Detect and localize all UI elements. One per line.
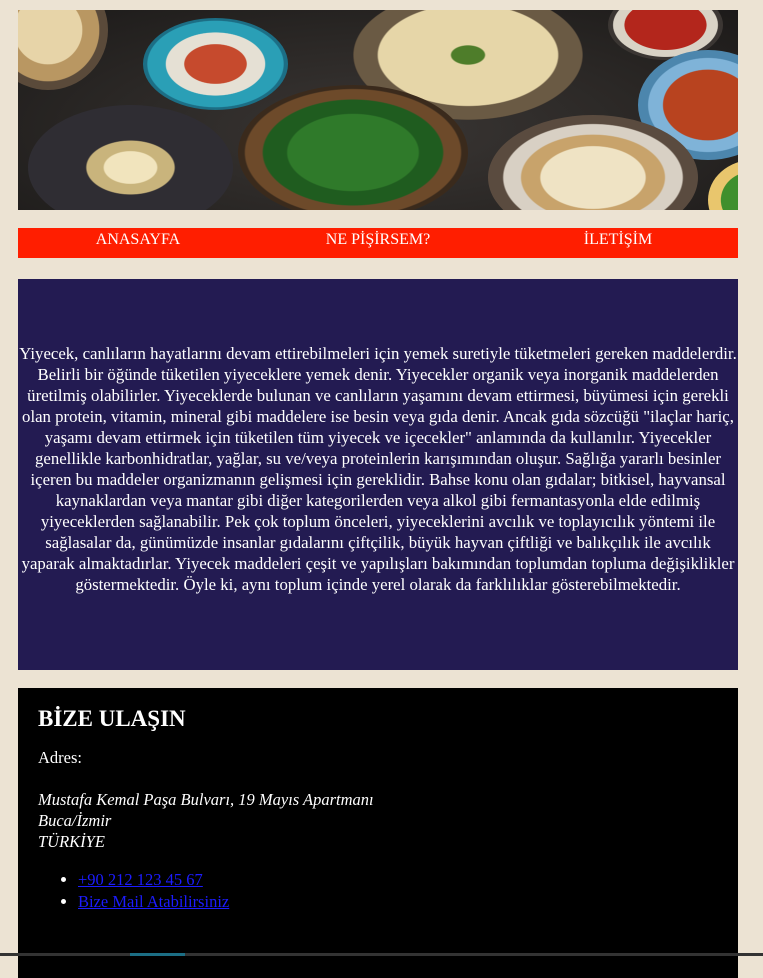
list-item: +90 212 123 45 67: [78, 869, 718, 891]
nav-item-contact[interactable]: İLETİŞİM: [498, 228, 738, 249]
phone-link[interactable]: +90 212 123 45 67: [78, 870, 203, 889]
address-line-street: Mustafa Kemal Paşa Bulvarı, 19 Mayıs Apa…: [38, 790, 374, 809]
mail-link[interactable]: Bize Mail Atabilirsiniz: [78, 892, 229, 911]
garlic-plate: [28, 105, 233, 210]
contact-title: BİZE ULAŞIN: [38, 706, 186, 731]
blue-bowl: [143, 18, 288, 110]
info-panel: Yiyecek, canlıların hayatlarını devam et…: [18, 279, 738, 670]
contact-links: +90 212 123 45 67 Bize Mail Atabilirsini…: [38, 869, 718, 913]
nav-item-home[interactable]: ANASAYFA: [18, 228, 258, 249]
address-line-city: Buca/İzmir: [38, 811, 112, 830]
greens-platter: [238, 85, 468, 210]
hero-food-image: [18, 10, 738, 210]
address-label: Adres:: [38, 748, 82, 767]
nav-item-what-to-cook[interactable]: NE PİŞİRSEM?: [258, 228, 498, 249]
contact-panel: BİZE ULAŞIN Adres: Mustafa Kemal Paşa Bu…: [18, 688, 738, 978]
info-text: Yiyecek, canlıların hayatlarını devam et…: [19, 343, 737, 594]
main-nav: ANASAYFA NE PİŞİRSEM? İLETİŞİM: [18, 228, 738, 258]
list-item: Bize Mail Atabilirsiniz: [78, 891, 718, 913]
herb-bowl: [708, 160, 738, 210]
address-block: Mustafa Kemal Paşa Bulvarı, 19 Mayıs Apa…: [38, 789, 718, 852]
bread-plate: [18, 10, 108, 90]
page-container: ANASAYFA NE PİŞİRSEM? İLETİŞİM Yiyecek, …: [18, 10, 738, 978]
address-line-country: TÜRKİYE: [38, 832, 105, 851]
